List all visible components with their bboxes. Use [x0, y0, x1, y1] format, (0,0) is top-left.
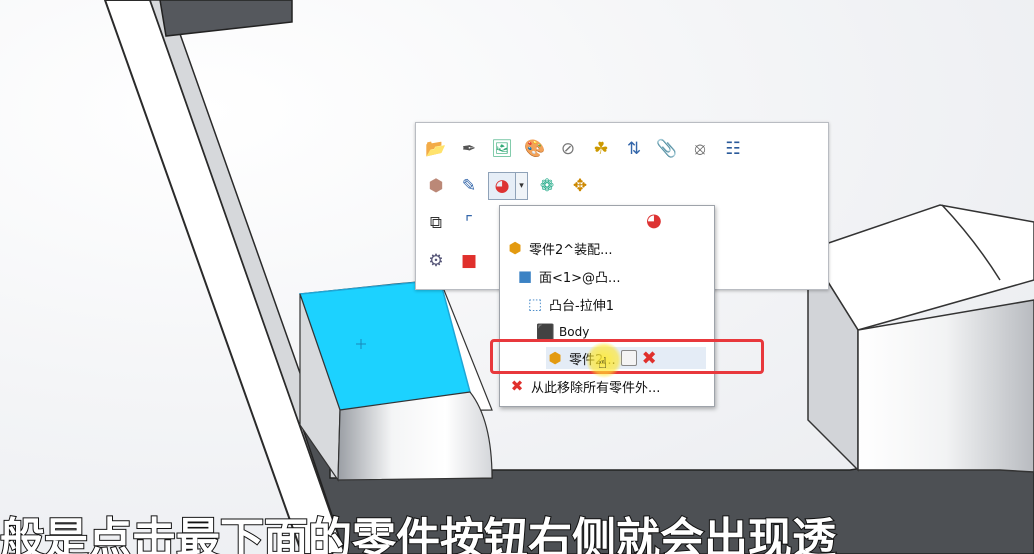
- remove-icon: ✖: [510, 377, 524, 395]
- menu-item-remove-all[interactable]: ✖ 从此移除所有零件外...: [508, 375, 661, 397]
- appearance-color-icon: ◕: [646, 210, 662, 231]
- rail-part: [103, 0, 353, 554]
- menu-item-label: Body: [559, 325, 590, 339]
- hand-cursor-icon: ☝: [598, 354, 608, 372]
- copy-icon[interactable]: ⧉: [422, 209, 450, 237]
- menu-item-face[interactable]: ■ 面<1>@凸...: [516, 265, 621, 287]
- menu-item-label: 凸台-拉伸1: [549, 298, 614, 314]
- menu-item-label: 零件2^装配...: [529, 242, 613, 258]
- video-subtitle: 般是点击最下面的零件按钮右侧就会出现透: [0, 513, 837, 554]
- extrude-icon: ⬚: [527, 295, 543, 313]
- rebuild-icon[interactable]: 🖼: [488, 135, 516, 163]
- appearance-dropdown-icon[interactable]: ◕: [488, 172, 516, 200]
- edit-feature-icon[interactable]: 📂: [422, 135, 450, 163]
- menu-item-label: 从此移除所有零件外...: [531, 380, 661, 396]
- link-icon[interactable]: ⦻: [686, 135, 714, 163]
- top-block-part: [159, 0, 293, 37]
- appearance-icon[interactable]: 🎨: [521, 135, 549, 163]
- highlight-box: [490, 339, 764, 374]
- chevron-down-icon[interactable]: ▾: [516, 172, 528, 200]
- paperclip-icon[interactable]: 📎: [653, 135, 681, 163]
- toolbar-row-2: ⬢ ✎ ◕ ▾ ❁ ✥: [422, 172, 594, 200]
- edit-sketch-icon[interactable]: ✎: [455, 172, 483, 200]
- gear-body-icon[interactable]: ⚙: [422, 247, 450, 275]
- transparency-icon[interactable]: ☘: [587, 135, 615, 163]
- component-icon[interactable]: ⬢: [422, 172, 450, 200]
- color-wheel-icon[interactable]: ❁: [533, 172, 561, 200]
- part-icon: ⬢: [508, 239, 522, 257]
- sort-icon[interactable]: ⇅: [620, 135, 648, 163]
- toolbar-row-3: ⧉ ⌜: [422, 209, 483, 237]
- menu-item-extrude[interactable]: ⬚ 凸台-拉伸1: [526, 293, 614, 315]
- toolbar-row-1: 📂 ✒ 🖼 🎨 ⊘ ☘ ⇅ 📎 ⦻ ☷: [422, 135, 747, 163]
- menu-item-label: 面<1>@凸...: [539, 270, 621, 286]
- right-block-part: [806, 204, 1034, 473]
- sketch-icon[interactable]: ✒: [455, 135, 483, 163]
- move-icon[interactable]: ✥: [566, 172, 594, 200]
- face-icon: ■: [517, 267, 533, 285]
- menu-item-part-assembly[interactable]: ⬢ 零件2^装配...: [506, 237, 613, 259]
- hide-icon[interactable]: ⊘: [554, 135, 582, 163]
- corner-icon[interactable]: ⌜: [455, 209, 483, 237]
- left-block-part: [298, 279, 493, 482]
- toolbar-row-4: ⚙ ■: [422, 247, 483, 275]
- properties-icon[interactable]: ☷: [719, 135, 747, 163]
- red-cube-icon[interactable]: ■: [455, 247, 483, 275]
